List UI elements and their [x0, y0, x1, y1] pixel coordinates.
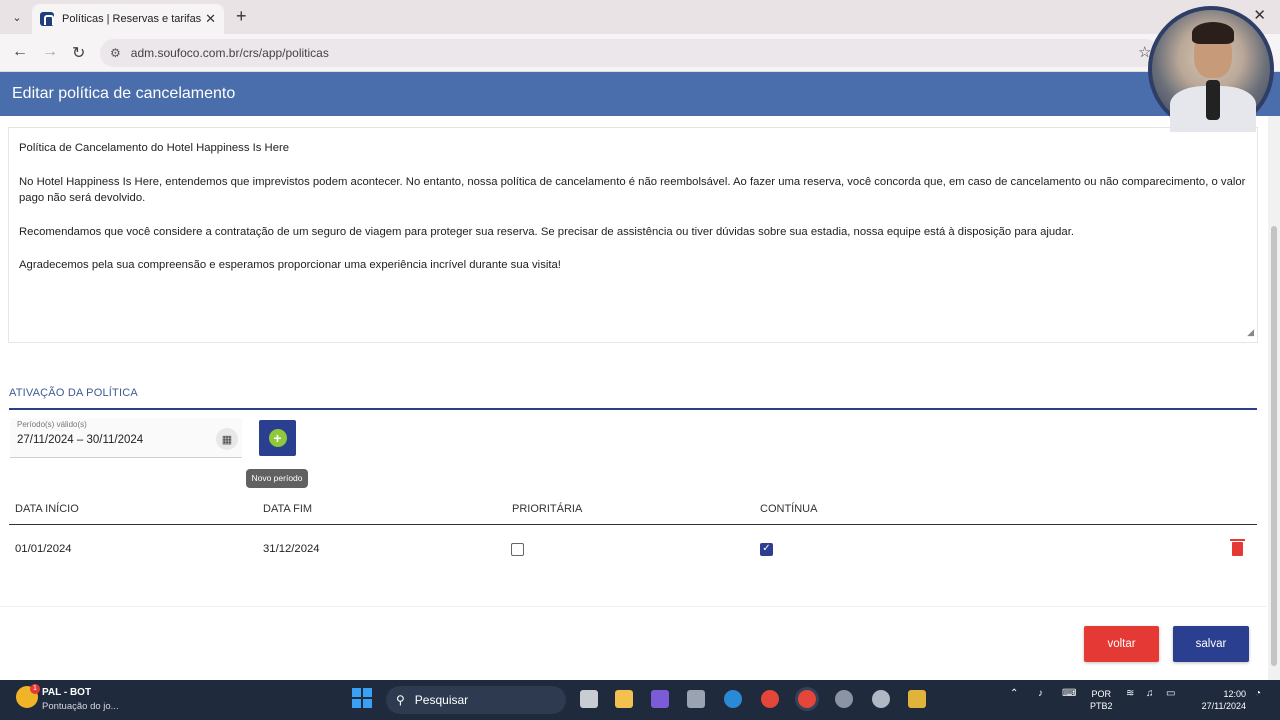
language-code: POR	[1091, 689, 1112, 699]
tab-title: Políticas | Reservas e tarifas	[62, 13, 202, 25]
row-end-date: 31/12/2024	[263, 543, 320, 555]
row-start-date: 01/01/2024	[15, 543, 72, 555]
wifi-icon[interactable]: ≋	[1126, 688, 1134, 699]
browser-tab[interactable]: Políticas | Reservas e tarifas ✕	[32, 4, 224, 34]
url-input[interactable]: ⚙ adm.soufoco.com.br/crs/app/politicas	[100, 39, 1160, 67]
chrome-active-icon[interactable]	[798, 690, 816, 708]
notification-bell-icon[interactable]: ◔	[1255, 688, 1261, 699]
taskbar-app-title: PAL - BOT	[42, 687, 92, 698]
volume-icon[interactable]: ♫	[1146, 688, 1154, 699]
column-header-priority: PRIORITÁRIA	[512, 503, 583, 515]
forward-arrow-icon[interactable]: →	[42, 43, 58, 61]
taskbar-app-subtitle: Pontuação do jo...	[42, 701, 119, 712]
browser-tab-bar: ⌄ Políticas | Reservas e tarifas ✕ + ✕	[0, 0, 1280, 34]
plus-icon: +	[268, 429, 287, 447]
priority-checkbox[interactable]	[511, 543, 524, 556]
copilot-icon[interactable]	[651, 690, 669, 708]
editor-paragraph: Agradecemos pela sua compreensão e esper…	[19, 259, 561, 271]
section-divider	[9, 408, 1257, 410]
continuous-checkbox[interactable]: ✓	[760, 543, 773, 556]
store-icon[interactable]	[908, 690, 926, 708]
period-field-value: 27/11/2024 – 30/11/2024	[17, 434, 144, 446]
editor-paragraph: Política de Cancelamento do Hotel Happin…	[19, 142, 290, 154]
table-row: 01/01/2024 31/12/2024 ✓	[9, 527, 1257, 573]
webcam-hair	[1192, 22, 1234, 44]
language-indicator[interactable]: POR PTB2	[1090, 688, 1113, 712]
search-icon: ⚲	[396, 693, 405, 707]
windows-taskbar: 1 PAL - BOT Pontuação do jo... ⚲ Pesquis…	[0, 680, 1280, 720]
app-header: Editar política de cancelamento	[0, 72, 1280, 116]
add-period-button[interactable]: +	[259, 420, 296, 456]
url-text: adm.soufoco.com.br/crs/app/politicas	[130, 46, 329, 60]
delete-trash-icon[interactable]	[1230, 539, 1245, 556]
settings-gear-icon[interactable]	[835, 690, 853, 708]
new-tab-icon[interactable]: +	[236, 6, 247, 27]
column-header-start: DATA INÍCIO	[15, 503, 79, 515]
column-header-end: DATA FIM	[263, 503, 313, 515]
tray-chevron-icon[interactable]: ⌃	[1010, 688, 1018, 699]
tab-search-icon[interactable]: ⌄	[7, 7, 27, 27]
period-date-range-input[interactable]: Período(s) válido(s) 27/11/2024 – 30/11/…	[10, 418, 242, 458]
site-favicon-icon	[40, 12, 54, 26]
save-button[interactable]: salvar	[1173, 626, 1249, 662]
battery-icon[interactable]: ▭	[1166, 688, 1175, 699]
clock-date: 27/11/2024	[1201, 701, 1246, 711]
add-period-tooltip: Novo período	[246, 469, 308, 488]
windows-start-icon[interactable]	[352, 688, 372, 708]
reload-icon[interactable]: ↻	[72, 43, 85, 63]
site-settings-icon[interactable]: ⚙	[110, 46, 121, 60]
system-clock[interactable]: 12:00 27/11/2024	[1190, 688, 1246, 712]
policy-text-editor[interactable]: Política de Cancelamento do Hotel Happin…	[8, 128, 1258, 343]
file-explorer-icon[interactable]	[615, 690, 633, 708]
activation-section-title: ATIVAÇÃO DA POLÍTICA	[9, 387, 138, 399]
editor-paragraph: No Hotel Happiness Is Here, entendemos q…	[19, 175, 1246, 205]
page-scrollbar[interactable]	[1268, 116, 1280, 680]
microphone-icon[interactable]: ♪	[1038, 688, 1043, 699]
period-field-label: Período(s) válido(s)	[17, 420, 87, 429]
editor-paragraph: Recomendamos que você considere a contra…	[19, 225, 1074, 238]
notification-badge: 1	[30, 684, 40, 694]
window-close-icon[interactable]: ✕	[1253, 6, 1266, 24]
column-header-continuous: CONTÍNUA	[760, 503, 818, 515]
back-arrow-icon[interactable]: ←	[12, 43, 28, 61]
periods-table-header: DATA INÍCIO DATA FIM PRIORITÁRIA CONTÍNU…	[9, 493, 1257, 525]
scrollbar-thumb[interactable]	[1271, 226, 1277, 666]
calendar-icon[interactable]: ▦	[216, 428, 238, 450]
resize-handle-icon[interactable]: ◢	[1247, 324, 1254, 341]
clock-time: 12:00	[1223, 689, 1246, 699]
snipping-tool-icon[interactable]	[687, 690, 705, 708]
page-title: Editar política de cancelamento	[12, 85, 236, 102]
task-view-icon[interactable]	[580, 690, 598, 708]
taskbar-search-input[interactable]: ⚲ Pesquisar	[386, 686, 566, 714]
editor-toolbar	[8, 116, 1258, 128]
keyboard-icon[interactable]: ⌨	[1062, 688, 1076, 699]
back-button[interactable]: voltar	[1084, 626, 1159, 662]
close-tab-icon[interactable]: ✕	[205, 11, 216, 27]
chrome-icon[interactable]	[761, 690, 779, 708]
webcam-microphone	[1206, 80, 1220, 120]
search-placeholder: Pesquisar	[414, 693, 469, 707]
keyboard-layout: PTB2	[1090, 701, 1113, 711]
browser-address-bar: ← → ↻ ⚙ adm.soufoco.com.br/crs/app/polit…	[0, 34, 1280, 72]
edge-browser-icon[interactable]	[724, 690, 742, 708]
obs-icon[interactable]	[872, 690, 890, 708]
footer-divider	[0, 606, 1266, 607]
webcam-overlay	[1148, 6, 1274, 132]
